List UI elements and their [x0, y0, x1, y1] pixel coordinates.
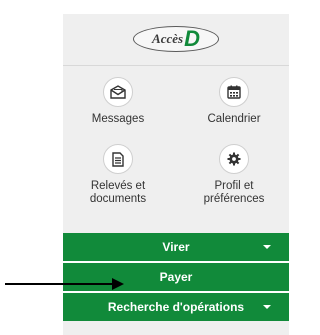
tile-profile[interactable]: Profil et préférences: [179, 144, 289, 206]
screenshot-stage: Accès D Messages Calendrier Relevés et d…: [0, 0, 298, 335]
tile-statements[interactable]: Relevés et documents: [63, 144, 173, 206]
logo-letter: D: [184, 26, 200, 51]
menu-item-label: Virer: [162, 240, 190, 254]
menu-item-label: Payer: [159, 270, 193, 284]
action-menu: Virer Payer Recherche d'opérations: [63, 233, 289, 321]
tile-messages[interactable]: Messages: [63, 77, 173, 126]
quick-access-panel: Accès D Messages Calendrier Relevés et d…: [63, 14, 289, 335]
acces-d-logo[interactable]: Accès D: [133, 26, 219, 52]
gear-icon: [219, 144, 249, 174]
calendar-icon: [219, 77, 249, 107]
envelope-icon: [103, 77, 133, 107]
tile-label: Messages: [91, 113, 145, 125]
tile-label: Relevés et documents: [89, 180, 147, 205]
divider: [63, 65, 289, 66]
pointer-arrow-icon: [112, 278, 124, 290]
logo-word: Accès: [152, 31, 184, 46]
menu-item-recherche[interactable]: Recherche d'opérations: [63, 293, 289, 321]
pointer-arrow-line: [5, 283, 115, 285]
caret-down-icon: [263, 245, 271, 249]
tile-label: Profil et préférences: [203, 180, 265, 205]
tile-label: Calendrier: [207, 113, 261, 125]
menu-item-payer[interactable]: Payer: [63, 263, 289, 293]
menu-item-virer[interactable]: Virer: [63, 233, 289, 263]
document-icon: [103, 144, 133, 174]
tile-calendar[interactable]: Calendrier: [179, 77, 289, 126]
menu-item-label: Recherche d'opérations: [107, 300, 245, 314]
logo-bar: Accès D: [63, 14, 289, 64]
caret-down-icon: [263, 305, 271, 309]
